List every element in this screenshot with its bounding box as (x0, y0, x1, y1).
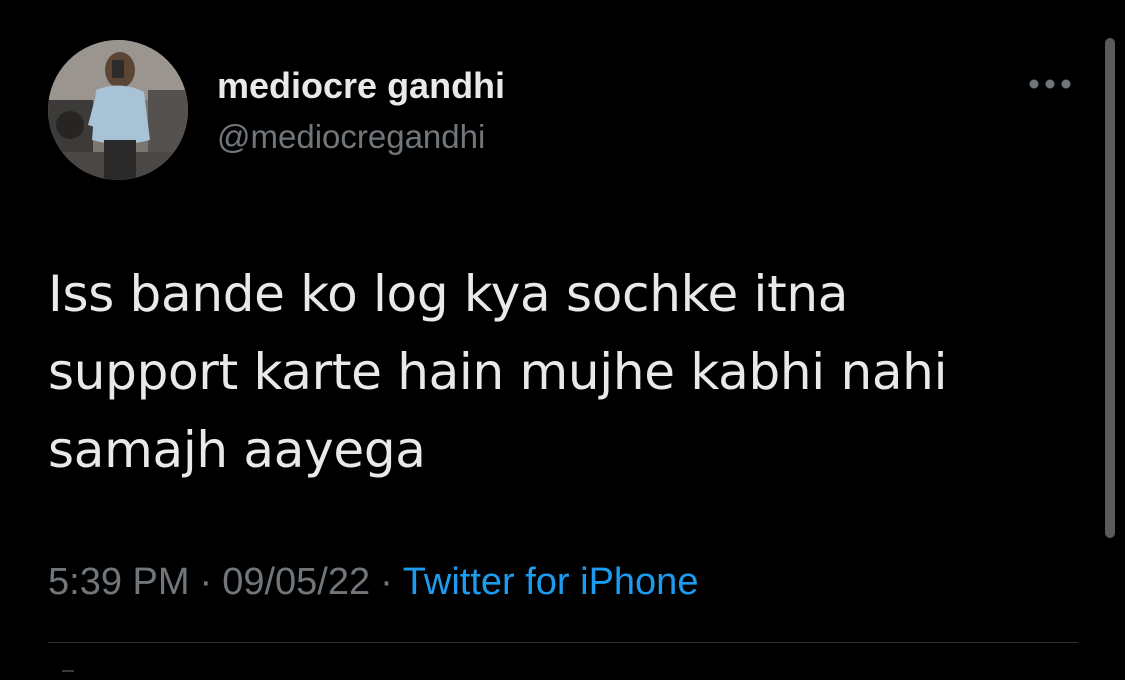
action-bar-edge (62, 670, 74, 680)
meta-separator: · (199, 561, 213, 603)
more-horizontal-icon (1029, 79, 1071, 89)
tweet-metadata: 5:39 PM · 09/05/22 · Twitter for iPhone (48, 560, 698, 604)
avatar-photo (48, 40, 188, 180)
author-name[interactable]: mediocre gandhi (217, 66, 505, 106)
more-options-button[interactable] (1022, 64, 1078, 104)
tweet-date[interactable]: 09/05/22 (222, 561, 370, 603)
tweet-time[interactable]: 5:39 PM (48, 561, 190, 603)
tweet: mediocre gandhi @mediocregandhi Iss band… (0, 0, 1125, 678)
meta-separator: · (380, 561, 393, 603)
divider (48, 642, 1078, 643)
tweet-text-line: Iss bande ko log kya sochke itna (48, 265, 849, 323)
author-handle[interactable]: @mediocregandhi (217, 118, 485, 156)
tweet-text-line: samajh aayega (48, 421, 426, 479)
avatar[interactable] (48, 40, 188, 180)
scrollbar[interactable] (1105, 38, 1115, 538)
tweet-text: Iss bande ko log kya sochke itna support… (48, 255, 1068, 489)
tweet-source-link[interactable]: Twitter for iPhone (403, 561, 699, 603)
tweet-text-line: support karte hain mujhe kabhi nahi (48, 343, 948, 401)
